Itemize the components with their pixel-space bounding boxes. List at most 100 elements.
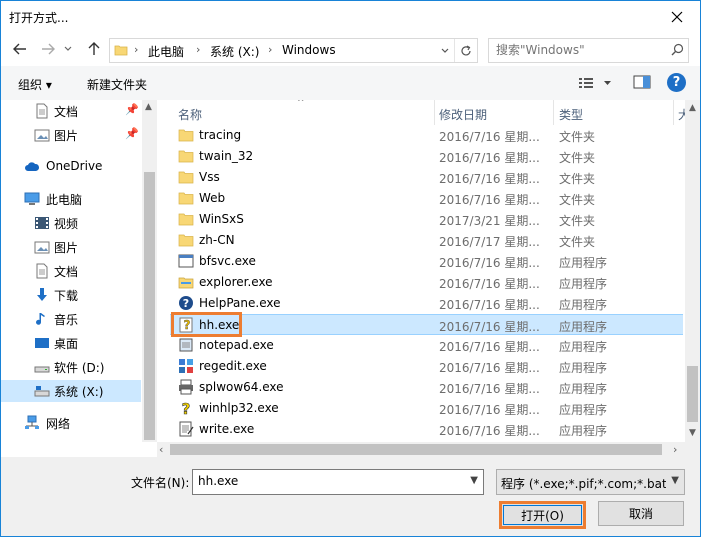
file-name: HelpPane.exe	[199, 296, 281, 310]
picture-icon	[34, 129, 50, 142]
file-date: 2016/7/16 星期...	[439, 320, 540, 334]
preview-pane-icon	[633, 75, 651, 89]
file-row[interactable]: Vss 2016/7/16 星期... 文件夹	[170, 167, 683, 188]
sidebar-scrollbar[interactable]: ▲	[142, 100, 157, 442]
file-type: 应用程序	[559, 277, 608, 291]
change-view-button[interactable]	[579, 74, 615, 92]
refresh-button[interactable]	[454, 39, 477, 62]
nav-item-onedrive[interactable]: OneDrive	[1, 156, 141, 178]
scroll-down-icon[interactable]: ▼	[689, 428, 696, 438]
file-row[interactable]: bfsvc.exe 2016/7/16 星期... 应用程序	[170, 251, 683, 272]
nav-item-label: 文档	[54, 265, 79, 279]
search-box[interactable]	[488, 38, 689, 63]
file-row[interactable]: write.exe 2016/7/16 星期... 应用程序	[170, 419, 683, 440]
scroll-up-icon[interactable]: ▲	[689, 103, 696, 113]
file-name: write.exe	[199, 422, 255, 436]
search-input[interactable]	[489, 39, 666, 60]
file-row[interactable]: splwow64.exe 2016/7/16 星期... 应用程序	[170, 377, 683, 398]
forward-button[interactable]	[37, 38, 59, 60]
nav-item-pictures[interactable]: 图片	[1, 236, 141, 258]
scroll-left-icon[interactable]: ‹	[159, 443, 163, 456]
scroll-up-icon[interactable]: ▲	[145, 102, 152, 112]
help-button[interactable]: ?	[667, 73, 686, 92]
column-header-name[interactable]: 名称	[178, 106, 202, 123]
organize-menu-button[interactable]: 组织 ▾	[18, 76, 52, 93]
scrollbar-thumb[interactable]	[144, 172, 155, 440]
chevron-down-icon[interactable]: ▼	[470, 475, 478, 486]
back-button[interactable]	[9, 38, 31, 60]
column-divider[interactable]	[673, 100, 674, 125]
navigation-pane: 文档 📌 图片 📌 OneDrive 此电脑 视频 图片 文档 下载 音乐 桌面…	[1, 100, 157, 442]
file-name: Vss	[199, 170, 220, 184]
column-divider[interactable]	[434, 100, 435, 125]
sidebar-footer	[1, 442, 157, 457]
arrow-right-icon	[42, 43, 55, 55]
nav-item-documents[interactable]: 文档	[1, 260, 141, 282]
svg-text:?: ?	[182, 400, 191, 416]
breadcrumb-this-pc[interactable]: 此电脑	[148, 43, 184, 60]
address-history-dropdown[interactable]	[436, 39, 454, 62]
nav-item-label: 图片	[54, 129, 79, 143]
filename-combobox[interactable]: ▼	[192, 469, 484, 495]
cancel-button[interactable]: 取消	[598, 501, 684, 526]
file-row[interactable]: tracing 2016/7/16 星期... 文件夹	[170, 125, 683, 146]
nav-item-label: 此电脑	[46, 193, 83, 207]
help-question-icon: ?	[181, 400, 191, 416]
nav-item-drive-x[interactable]: 系统 (X:)	[1, 380, 141, 402]
file-row[interactable]: WinSxS 2017/3/21 星期... 文件夹	[170, 209, 683, 230]
file-type: 文件夹	[559, 193, 596, 207]
open-button[interactable]: 打开(O)	[499, 501, 586, 529]
file-row[interactable]: Web 2016/7/16 星期... 文件夹	[170, 188, 683, 209]
file-name: bfsvc.exe	[199, 254, 256, 268]
file-row[interactable]: ? hh.exe 2016/7/16 星期... 应用程序	[170, 314, 683, 335]
recent-locations-button[interactable]	[61, 38, 75, 60]
file-row[interactable]: twain_32 2016/7/16 星期... 文件夹	[170, 146, 683, 167]
file-row[interactable]: ? winhlp32.exe 2016/7/16 星期... 应用程序	[170, 398, 683, 419]
nav-item-label: 视频	[54, 217, 79, 231]
file-row[interactable]: zh-CN 2016/7/17 星期... 文件夹	[170, 230, 683, 251]
nav-item-music[interactable]: 音乐	[1, 308, 141, 330]
file-type-filter[interactable]: 程序 (*.exe;*.pif;*.com;*.bat;*. ▼	[496, 469, 685, 495]
file-row[interactable]: notepad.exe 2016/7/16 星期... 应用程序	[170, 335, 683, 356]
file-date: 2016/7/16 星期...	[439, 424, 540, 438]
nav-item-this-pc[interactable]: 此电脑	[1, 188, 141, 210]
up-button[interactable]	[83, 38, 105, 60]
nav-item-label: 音乐	[54, 313, 79, 327]
scrollbar-thumb[interactable]	[687, 366, 698, 422]
breadcrumb-system-drive[interactable]: 系统 (X:)	[210, 43, 259, 60]
nav-item-downloads[interactable]: 下载	[1, 284, 141, 306]
nav-item-drive-d[interactable]: 软件 (D:)	[1, 356, 141, 378]
breadcrumb-windows[interactable]: Windows	[282, 43, 336, 57]
search-icon[interactable]	[671, 43, 684, 59]
file-date: 2016/7/16 星期...	[439, 382, 540, 396]
horizontal-scrollbar[interactable]: ‹ ›	[157, 442, 700, 457]
new-folder-button[interactable]: 新建文件夹	[87, 76, 147, 93]
write-icon	[179, 421, 194, 437]
file-list-scrollbar[interactable]: ▲ ▼	[685, 100, 700, 442]
nav-item-desktop[interactable]: 桌面	[1, 332, 141, 354]
scroll-right-icon[interactable]: ›	[673, 443, 677, 456]
column-header-date[interactable]: 修改日期	[439, 106, 487, 123]
file-row[interactable]: regedit.exe 2016/7/16 星期... 应用程序	[170, 356, 683, 377]
filename-input[interactable]	[193, 470, 462, 492]
file-row[interactable]: ? HelpPane.exe 2016/7/16 星期... 应用程序	[170, 293, 683, 314]
nav-item-network[interactable]: 网络	[1, 412, 141, 434]
file-date: 2017/3/21 星期...	[439, 214, 540, 228]
nav-item-label: 网络	[46, 417, 71, 431]
nav-item-videos[interactable]: 视频	[1, 212, 141, 234]
file-row[interactable]: explorer.exe 2016/7/16 星期... 应用程序	[170, 272, 683, 293]
file-list: ^ 名称 修改日期 类型 大 tracing 2016/7/16 星期... 文件夹…	[157, 100, 700, 442]
sort-ascending-icon: ^	[297, 100, 305, 108]
nav-item-documents-quick[interactable]: 文档 📌	[1, 100, 141, 122]
file-type: 应用程序	[559, 256, 608, 270]
document-icon	[36, 263, 48, 279]
nav-item-pictures-quick[interactable]: 图片 📌	[1, 124, 141, 146]
column-divider[interactable]	[553, 100, 554, 125]
nav-item-label: 桌面	[54, 337, 79, 351]
preview-pane-button[interactable]	[633, 74, 653, 92]
scrollbar-thumb[interactable]	[170, 444, 662, 455]
column-header-type[interactable]: 类型	[559, 106, 583, 123]
file-type: 文件夹	[559, 235, 596, 249]
address-bar[interactable]: › 此电脑 › 系统 (X:) › Windows	[109, 38, 478, 63]
close-button[interactable]	[654, 1, 700, 32]
